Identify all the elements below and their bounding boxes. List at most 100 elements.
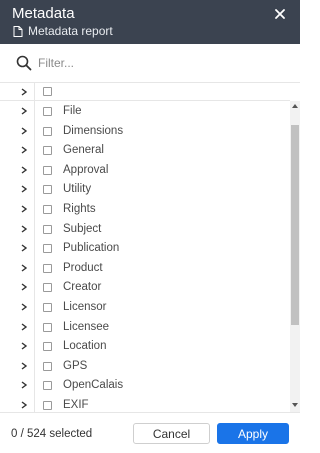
expand-button[interactable] xyxy=(20,381,28,389)
expand-button[interactable] xyxy=(20,264,28,272)
chevron-right-icon xyxy=(21,264,27,272)
tree-item-label: GPS xyxy=(63,359,88,372)
search-icon xyxy=(15,54,33,72)
expand-button[interactable] xyxy=(20,127,28,135)
tree-item-label: Product xyxy=(63,261,103,274)
chevron-right-icon xyxy=(21,244,27,252)
tree-item-row[interactable]: Location xyxy=(0,336,290,356)
tree-item-row[interactable]: Dimensions xyxy=(0,121,290,141)
tree-item-label: Licensor xyxy=(63,301,107,313)
chevron-right-icon xyxy=(21,381,27,389)
item-checkbox[interactable] xyxy=(43,126,52,136)
tree-item-row[interactable]: OpenCalais xyxy=(0,375,290,395)
column-divider xyxy=(34,83,35,100)
close-button[interactable] xyxy=(272,6,288,22)
item-checkbox[interactable] xyxy=(43,205,52,214)
tree-item-row[interactable]: Approval xyxy=(0,160,290,180)
expand-button[interactable] xyxy=(20,342,28,350)
expand-button[interactable] xyxy=(20,185,28,193)
tree-item-row[interactable]: GPS xyxy=(0,356,290,376)
chevron-right-icon xyxy=(21,166,27,174)
item-checkbox[interactable] xyxy=(43,381,52,391)
expand-button[interactable] xyxy=(20,225,28,233)
expand-button[interactable] xyxy=(20,107,28,115)
scrollbar[interactable] xyxy=(290,101,300,412)
tree-item-row[interactable]: Creator xyxy=(0,277,290,297)
tree-item-row[interactable]: Utility xyxy=(0,179,290,199)
expand-button[interactable] xyxy=(20,244,28,252)
chevron-right-icon xyxy=(21,107,27,115)
tree-header-row xyxy=(0,83,290,101)
expand-button[interactable] xyxy=(20,283,28,291)
apply-button[interactable]: Apply xyxy=(217,423,289,444)
tree-item-row[interactable]: Rights xyxy=(0,199,290,219)
tree-item-row[interactable]: Licensor xyxy=(0,297,290,317)
item-checkbox[interactable] xyxy=(43,283,52,293)
item-checkbox[interactable] xyxy=(43,224,52,234)
select-all-checkbox[interactable] xyxy=(43,87,52,96)
expand-all-button[interactable] xyxy=(20,88,28,96)
tree-item-row[interactable]: EXIF xyxy=(0,395,290,412)
expand-button[interactable] xyxy=(20,146,28,154)
tree-item-label: General xyxy=(63,144,104,157)
panel-subtitle: Metadata report xyxy=(28,24,113,38)
triangle-up-icon xyxy=(292,104,298,108)
chevron-right-icon xyxy=(21,283,27,291)
tree-item-row[interactable]: Product xyxy=(0,258,290,278)
item-checkbox[interactable] xyxy=(43,244,52,254)
item-checkbox[interactable] xyxy=(43,165,52,175)
tree-item-label: EXIF xyxy=(63,399,89,411)
tree-item-label: Publication xyxy=(63,242,120,255)
tree-item-label: Utility xyxy=(63,183,92,196)
item-checkbox[interactable] xyxy=(43,185,52,195)
tree-item-label: Creator xyxy=(63,281,102,294)
chevron-right-icon xyxy=(21,185,27,193)
chevron-right-icon xyxy=(21,401,27,409)
tree-item-label: Rights xyxy=(63,203,96,215)
chevron-right-icon xyxy=(21,225,27,233)
tree-item-label: Subject xyxy=(63,222,102,235)
expand-button[interactable] xyxy=(20,166,28,174)
expand-button[interactable] xyxy=(20,362,28,370)
search-input[interactable] xyxy=(38,53,278,73)
tree-item-label: Dimensions xyxy=(63,124,124,137)
item-checkbox[interactable] xyxy=(43,361,52,371)
tree-item-label: File xyxy=(63,105,82,117)
metadata-panel: Metadata Metadata report Filter... File … xyxy=(0,0,300,453)
close-icon xyxy=(275,9,285,19)
tree-item-row[interactable]: Subject xyxy=(0,219,290,239)
panel-subtitle-row: Metadata report xyxy=(13,25,113,38)
item-checkbox[interactable] xyxy=(43,107,52,116)
item-checkbox[interactable] xyxy=(43,303,52,312)
expand-button[interactable] xyxy=(20,303,28,311)
chevron-right-icon xyxy=(21,303,27,311)
chevron-right-icon xyxy=(21,127,27,135)
tree-item-row[interactable]: File xyxy=(0,101,290,121)
document-icon xyxy=(13,26,23,37)
item-checkbox[interactable] xyxy=(43,263,52,273)
tree-item-label: OpenCalais xyxy=(63,379,124,392)
chevron-right-icon xyxy=(21,323,27,331)
chevron-right-icon xyxy=(21,342,27,350)
panel-header: Metadata Metadata report xyxy=(0,0,300,44)
tree-item-row[interactable]: General xyxy=(0,140,290,160)
item-checkbox[interactable] xyxy=(43,342,52,352)
item-checkbox[interactable] xyxy=(43,322,52,332)
expand-button[interactable] xyxy=(20,205,28,213)
tree-item-row[interactable]: Publication xyxy=(0,238,290,258)
cancel-button[interactable]: Cancel xyxy=(133,423,210,444)
panel-footer: 0 / 524 selected Cancel Apply xyxy=(0,412,300,453)
scroll-thumb[interactable] xyxy=(291,125,299,325)
item-checkbox[interactable] xyxy=(43,401,52,410)
scroll-down-button[interactable] xyxy=(291,401,299,409)
triangle-down-icon xyxy=(292,403,298,407)
scroll-up-button[interactable] xyxy=(291,102,299,110)
expand-button[interactable] xyxy=(20,323,28,331)
chevron-right-icon xyxy=(21,205,27,213)
search-bar xyxy=(0,44,300,83)
item-checkbox[interactable] xyxy=(43,146,52,156)
expand-button[interactable] xyxy=(20,401,28,409)
panel-title: Metadata xyxy=(12,5,75,22)
chevron-right-icon xyxy=(21,362,27,370)
tree-item-row[interactable]: Licensee xyxy=(0,317,290,337)
